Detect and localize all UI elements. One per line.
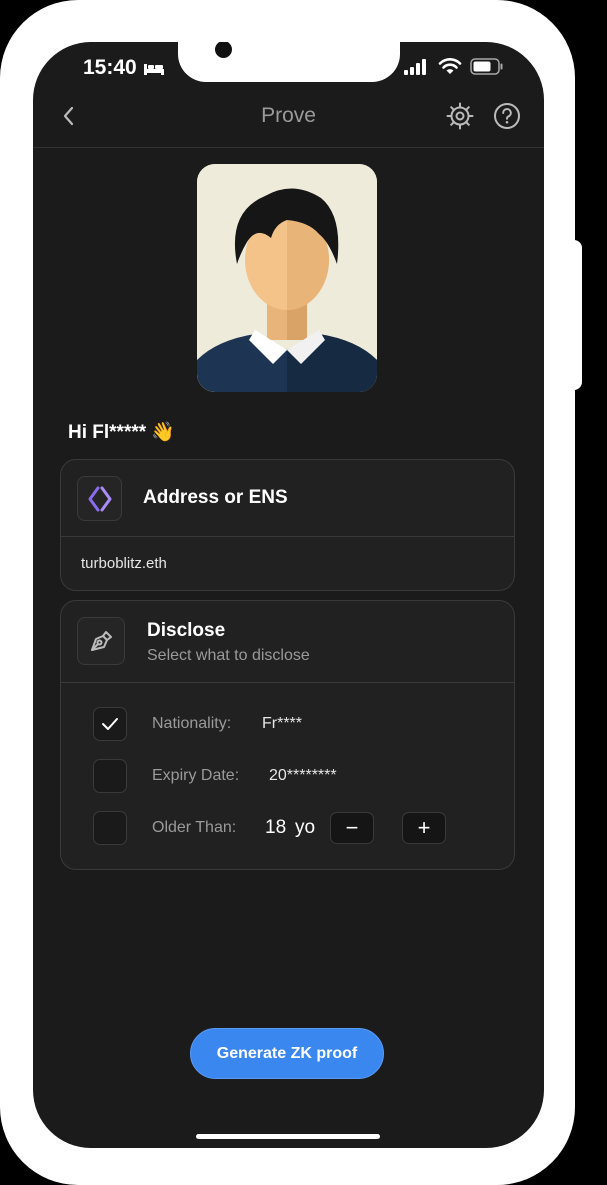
disclose-card-title: Disclose: [147, 620, 226, 641]
address-card: Address or ENS turboblitz.eth: [60, 459, 515, 591]
nationality-checkbox[interactable]: [93, 707, 127, 741]
ens-address-input[interactable]: turboblitz.eth: [81, 555, 167, 572]
age-decrement-button[interactable]: −: [330, 812, 374, 844]
age-increment-button[interactable]: +: [402, 812, 446, 844]
home-indicator[interactable]: [196, 1134, 380, 1139]
age-value: 18: [265, 817, 287, 838]
gear-icon[interactable]: [446, 102, 474, 130]
ens-logo-icon: [88, 486, 111, 511]
nationality-label: Nationality:: [152, 715, 232, 732]
wifi-icon: [438, 58, 462, 74]
greeting-text: Hi Fl***** 👋: [68, 422, 176, 443]
phone-side-button: [560, 240, 582, 390]
pen-nib-icon: [91, 631, 112, 651]
status-time: 15:40: [83, 56, 137, 79]
age-unit: yo: [295, 817, 316, 838]
disclose-row-nationality: Nationality: Fr****: [93, 707, 302, 741]
checkmark-icon: [102, 718, 118, 730]
bed-icon: [143, 64, 164, 75]
generate-zk-proof-button[interactable]: Generate ZK proof: [190, 1028, 384, 1079]
ens-icon-box: [77, 476, 122, 521]
user-avatar-illustration: [197, 164, 377, 392]
disclose-icon-box: [77, 617, 125, 665]
disclose-card-header: Disclose Select what to disclose: [61, 601, 514, 683]
expiry-date-label: Expiry Date:: [152, 767, 240, 784]
camera-icon: [215, 42, 232, 58]
address-card-header: Address or ENS: [61, 460, 514, 537]
help-icon[interactable]: [493, 102, 521, 130]
passport-photo: [197, 164, 377, 392]
older-than-checkbox[interactable]: [93, 811, 127, 845]
disclose-row-older-than: Older Than: 18 yo − +: [93, 811, 446, 845]
signal-icon: [404, 58, 426, 75]
disclose-card: Disclose Select what to disclose Nationa…: [60, 600, 515, 870]
older-than-label: Older Than:: [152, 819, 237, 836]
status-bar-time-group: 15:40: [83, 56, 165, 80]
notch: [178, 42, 400, 82]
phone-screen: 15:40 Prove Hi Fl***** 👋 Address or ENS …: [33, 42, 544, 1148]
status-bar-right: [404, 58, 504, 75]
battery-icon: [470, 58, 503, 75]
expiry-date-value: 20********: [269, 767, 337, 784]
disclose-row-expiry: Expiry Date: 20********: [93, 759, 337, 793]
disclose-card-subtitle: Select what to disclose: [147, 647, 310, 664]
top-nav-bar: Prove: [33, 92, 544, 148]
expiry-date-checkbox[interactable]: [93, 759, 127, 793]
address-card-title: Address or ENS: [143, 487, 288, 508]
nationality-value: Fr****: [262, 715, 303, 732]
